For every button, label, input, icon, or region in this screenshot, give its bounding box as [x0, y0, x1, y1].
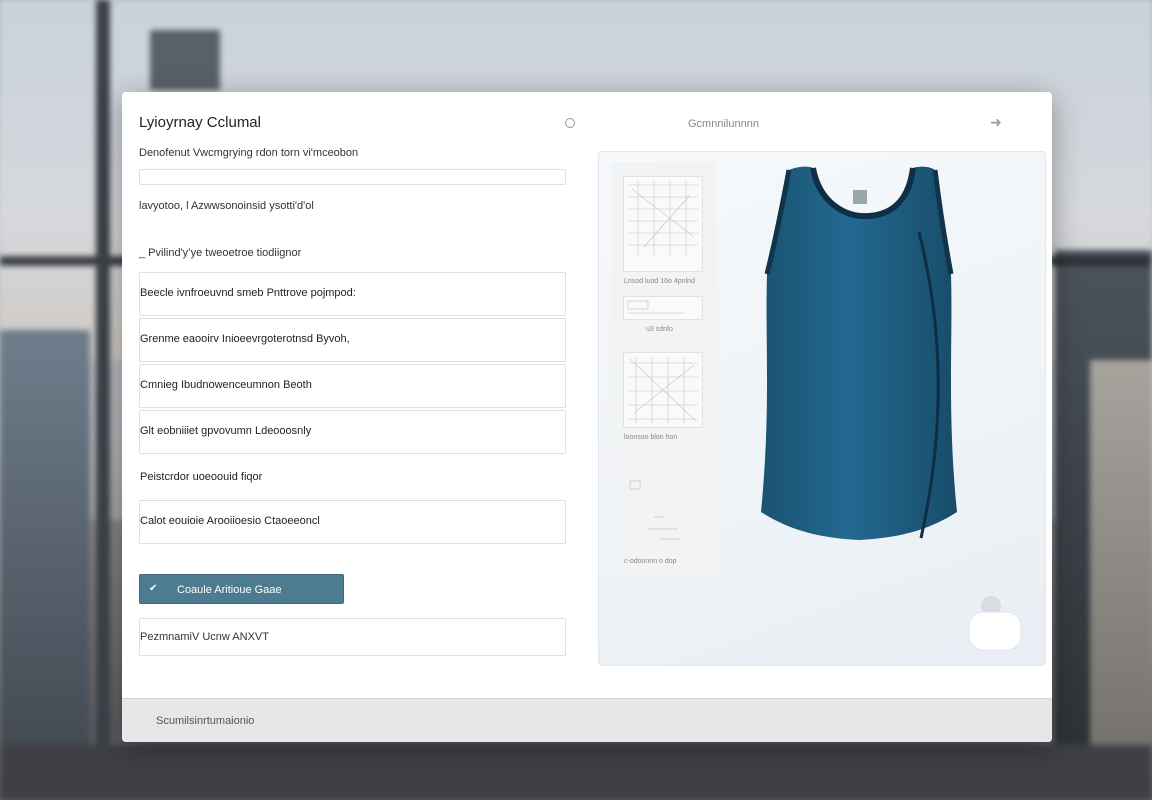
form-row-5-text: Peistcrdor uoeoouid fiqor — [140, 471, 263, 483]
bottom-input[interactable]: PezmnamiV Ucnw ANXVT — [139, 618, 566, 656]
tank-top-image — [749, 162, 969, 562]
field1-label: Denofenut Vwcmgrying rdon torn vi'mceobo… — [139, 147, 359, 159]
submit-button-label: Coaule Aritioue Gaae — [177, 584, 282, 596]
thumbnail-3[interactable]: loonsoo blon hon — [623, 352, 703, 441]
lock-icon[interactable] — [965, 596, 1023, 652]
form-row-1-text: Beecle ivnfroeuvnd smeb Pnttrove pojmpod… — [140, 287, 356, 299]
radio-icon[interactable] — [565, 118, 575, 128]
field1-input[interactable] — [139, 169, 566, 185]
submit-button[interactable]: ✔ Coaule Aritioue Gaae — [139, 574, 344, 604]
form-row-4[interactable]: Glt eobniiiet gpvovumn Ldeooosnly — [139, 410, 566, 454]
product-preview-panel: Lnsod luod 16o 4pnlnd u3 sdnfo loonsoo b… — [598, 151, 1046, 666]
form-row-2-text: Grenme eaooirv Inioeevrgoterotnsd Byvoh, — [140, 333, 350, 345]
thumbnail-2[interactable]: u3 sdnfo — [623, 296, 703, 333]
field2-label: lavyotoo, l Azwwsonoinsid ysotti'd'ol — [139, 200, 314, 212]
thumbnail-1-caption: Lnsod luod 16o 4pnlnd — [624, 278, 695, 285]
thumbnail-1[interactable]: Lnsod luod 16o 4pnlnd — [623, 176, 703, 285]
status-text: Scumilsinrtumaionio — [156, 715, 255, 727]
arrow-right-icon[interactable]: ➜ — [990, 114, 1002, 131]
chevron-down-icon: ✔ — [149, 583, 158, 594]
header-link[interactable]: Gcmnnilunnnn — [688, 118, 759, 130]
thumbnail-strip: Lnsod luod 16o 4pnlnd u3 sdnfo loonsoo b… — [611, 162, 717, 576]
form-row-6-text: Calot eouioie Arooiioesio Ctaoeeoncl — [140, 515, 320, 527]
window-title: Lyioyrnay Cclumal — [139, 114, 261, 131]
form-row-1[interactable]: Beecle ivnfroeuvnd smeb Pnttrove pojmpod… — [139, 272, 566, 316]
form-row-5[interactable]: Peistcrdor uoeoouid fiqor — [139, 456, 566, 500]
form-row-4-text: Glt eobniiiet gpvovumn Ldeooosnly — [140, 425, 312, 437]
form-row-3-text: Cmnieg Ibudnowenceumnon Beoth — [140, 379, 312, 391]
thumbnail-3-caption: loonsoo blon hon — [624, 434, 678, 441]
form-row-2[interactable]: Grenme eaooirv Inioeevrgoterotnsd Byvoh, — [139, 318, 566, 362]
status-bar: Scumilsinrtumaionio — [122, 698, 1052, 742]
form-row-6[interactable]: Calot eouioie Arooiioesio Ctaoeeoncl — [139, 500, 566, 544]
bottom-input-text: PezmnamiV Ucnw ANXVT — [140, 631, 269, 643]
field3-label: _ Pvilind'y’ye tweoetroe tiodiignor — [139, 247, 302, 259]
thumbnail-4-caption: c-odoonnn o dop — [624, 558, 677, 565]
thumbnail-2-caption: u3 sdnfo — [646, 326, 673, 333]
form-row-3[interactable]: Cmnieg Ibudnowenceumnon Beoth — [139, 364, 566, 408]
thumbnail-4[interactable]: c-odoonnn o dop — [623, 472, 703, 565]
dialog-window: Lyioyrnay Cclumal Gcmnnilunnnn ➜ Denofen… — [122, 92, 1052, 742]
